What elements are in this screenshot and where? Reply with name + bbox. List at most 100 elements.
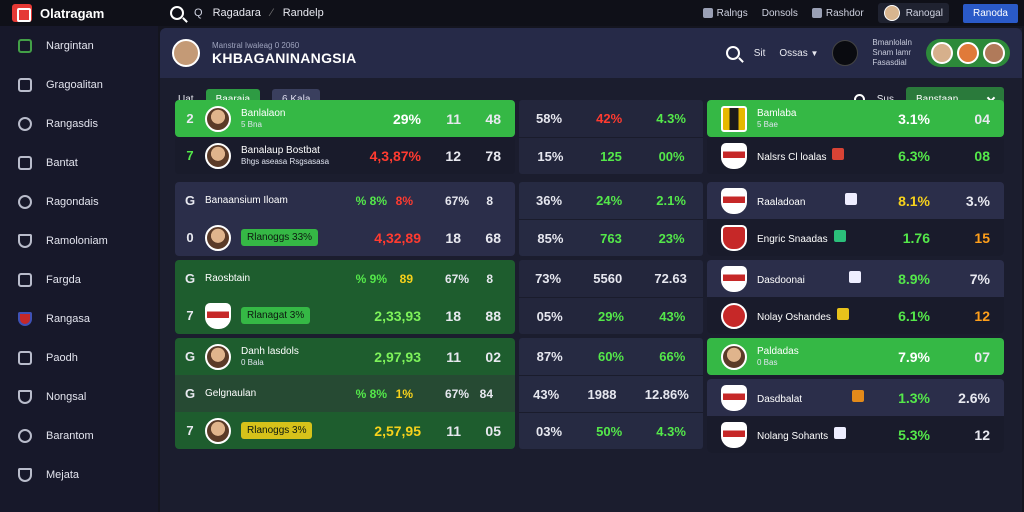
table-row[interactable]: Bamlaba 5 Bae 3.1% 04 <box>707 100 1004 137</box>
divider-icon: ⁄ <box>270 7 273 19</box>
player-tag: Rlanoggs 33% <box>241 229 319 246</box>
table-row[interactable]: Paldadas 0 Bas 7.9% 07 <box>707 338 1004 375</box>
table-row[interactable]: Nolang Sohants 5.3% 12 <box>707 416 1004 453</box>
player-tag: Rlanoggs 3% <box>241 422 313 439</box>
player-avatar <box>205 105 231 132</box>
avatar-group[interactable] <box>926 39 1010 67</box>
team-crest <box>721 421 747 448</box>
flag-icon <box>832 148 845 160</box>
header-search-label[interactable]: Sit <box>754 48 766 59</box>
team-crest <box>721 384 747 411</box>
gamepad-icon <box>811 7 822 18</box>
top-link-3[interactable]: Rashdor <box>811 7 864 19</box>
table-row[interactable]: G Gelgnaulan % 8% 1% 67% 84 <box>175 375 515 412</box>
ball-icon <box>18 194 32 209</box>
avatar[interactable] <box>172 39 200 67</box>
sidebar-item-7[interactable]: Rangasa <box>0 299 158 338</box>
table-row[interactable]: 7 Banalaup Bostbat Bhgs aseasa Rsgsasasa … <box>175 137 515 174</box>
table-row[interactable]: 7 Rlanagat 3% 2,33,93 18 88 <box>175 297 515 334</box>
player-avatar <box>205 224 231 251</box>
stat-group: Paldadas 0 Bas 7.9% 07 <box>707 338 1004 375</box>
flag-icon <box>836 308 849 320</box>
table-row[interactable]: 87% 60% 66% <box>519 338 703 375</box>
avatar <box>957 42 979 64</box>
table-row[interactable]: 36% 24% 2.1% <box>519 182 703 219</box>
top-link-2[interactable]: Donsols <box>762 8 798 19</box>
top-link-1[interactable]: Ralngs <box>702 7 748 19</box>
sidebar-item-label: Rangasa <box>46 312 91 325</box>
cta-button[interactable]: Ranoda <box>962 3 1018 23</box>
app-logo[interactable]: Olatragam <box>0 4 160 22</box>
sidebar-item-3[interactable]: Bantat <box>0 143 158 182</box>
search-option-b[interactable]: Randelp <box>283 7 324 19</box>
avatar <box>983 42 1005 64</box>
top-bar: Olatragam Q Ragadara ⁄ Randelp Ralngs Do… <box>0 0 1024 26</box>
table-row[interactable]: G Banaansium Iloam % 8% 8% 67% 8 <box>175 182 515 219</box>
chevron-down-icon: ▼ <box>810 48 819 58</box>
stat-group: 7 Banalaup Bostbat Bhgs aseasa Rsgsasasa … <box>175 137 515 174</box>
table-row[interactable]: 0 Rlanoggs 33% 4,32,89 18 68 <box>175 219 515 256</box>
table-row[interactable]: 03% 50% 4.3% <box>519 412 703 449</box>
sidebar-item-5[interactable]: Ramoloniam <box>0 221 158 260</box>
sidebar-item-label: Rangasdis <box>46 117 98 130</box>
stat-group: Dasdoonai 8.9% 7% Nolay Oshandes 6.1% 12 <box>707 260 1004 334</box>
team-crest <box>721 142 747 169</box>
profile-chip[interactable]: Ranogal <box>877 3 949 23</box>
match-header: Manstral Iwaleag 0 2060 KHBAGANINANGSIA … <box>160 28 1022 78</box>
search-icon[interactable] <box>170 6 184 20</box>
sidebar-item-8[interactable]: Paodh <box>0 338 158 377</box>
table-row[interactable]: 43% 1988 12.86% <box>519 375 703 412</box>
sidebar-item-9[interactable]: Nongsal <box>0 377 158 416</box>
table-row[interactable]: 2 Banlalaon 5 Bna 29% 11 48 <box>175 100 515 137</box>
logo-icon <box>12 4 32 22</box>
header-info: Bmanlolaln Snam lamr Fasasdial <box>872 38 912 67</box>
table-row[interactable]: G Danh lasdols 0 Bala 2,97,93 11 02 <box>175 338 515 375</box>
table-row[interactable]: Dasdoonai 8.9% 7% <box>707 260 1004 297</box>
sidebar-item-1[interactable]: Gragoalitan <box>0 65 158 104</box>
player-avatar <box>205 142 231 169</box>
folder-icon <box>18 155 32 170</box>
stat-group: 87% 60% 66% 43% 1988 12.86% 03% 50% 4.3% <box>519 338 703 449</box>
header-dropdown[interactable]: Ossas ▼ <box>779 48 818 59</box>
table-row[interactable]: 58% 42% 4.3% <box>519 100 703 137</box>
player-avatar <box>205 417 231 444</box>
search-option-a[interactable]: Ragadara <box>213 7 261 19</box>
circle-icon <box>18 116 32 131</box>
flag-shield-icon <box>18 311 32 326</box>
table-row[interactable]: Engric Snaadas 1.76 15 <box>707 219 1004 256</box>
stat-group: Bamlaba 5 Bae 3.1% 04 <box>707 100 1004 137</box>
table-row[interactable]: 15% 125 00% <box>519 137 703 174</box>
sidebar-item-label: Barantom <box>46 429 94 442</box>
sidebar-item-10[interactable]: Barantom <box>0 416 158 455</box>
stats-icon <box>702 7 713 18</box>
table-row[interactable]: 05% 29% 43% <box>519 297 703 334</box>
search-query-prefix: Q <box>194 7 203 19</box>
search-icon[interactable] <box>725 46 740 60</box>
sidebar-item-0[interactable]: Nargintan <box>0 26 158 65</box>
stat-group: G Banaansium Iloam % 8% 8% 67% 8 0 Rlano… <box>175 182 515 256</box>
stat-group: Dasdbalat 1.3% 2.6% Nolang Sohants 5.3% … <box>707 379 1004 453</box>
sidebar-item-2[interactable]: Rangasdis <box>0 104 158 143</box>
sidebar-item-4[interactable]: Ragondais <box>0 182 158 221</box>
table-row[interactable]: Nolay Oshandes 6.1% 12 <box>707 297 1004 334</box>
table-row[interactable]: G Raosbtain % 9% 89 67% 8 <box>175 260 515 297</box>
shield-icon <box>848 271 861 283</box>
table-row[interactable]: 7 Rlanoggs 3% 2,57,95 11 05 <box>175 412 515 449</box>
table-row[interactable]: Raaladoan 8.1% 3.% <box>707 182 1004 219</box>
avatar <box>931 42 953 64</box>
sidebar-item-label: Paodh <box>46 351 78 364</box>
table-row[interactable]: 85% 763 23% <box>519 219 703 256</box>
sidebar-item-11[interactable]: Mejata <box>0 455 158 494</box>
team-crest <box>205 302 231 329</box>
top-search[interactable]: Q Ragadara ⁄ Randelp <box>170 6 324 20</box>
shield-outline-icon <box>18 389 32 404</box>
team-logo[interactable] <box>832 40 859 66</box>
player-avatar <box>205 343 231 370</box>
table-row[interactable]: Dasdbalat 1.3% 2.6% <box>707 379 1004 416</box>
table-row[interactable]: 73% 5560 72.63 <box>519 260 703 297</box>
table-row[interactable]: Nalsrs Cl loalas 6.3% 08 <box>707 137 1004 174</box>
sidebar-item-6[interactable]: Fargda <box>0 260 158 299</box>
page-title: KHBAGANINANGSIA <box>212 49 357 66</box>
stat-group: Nalsrs Cl loalas 6.3% 08 <box>707 137 1004 174</box>
grid-icon <box>18 38 32 53</box>
